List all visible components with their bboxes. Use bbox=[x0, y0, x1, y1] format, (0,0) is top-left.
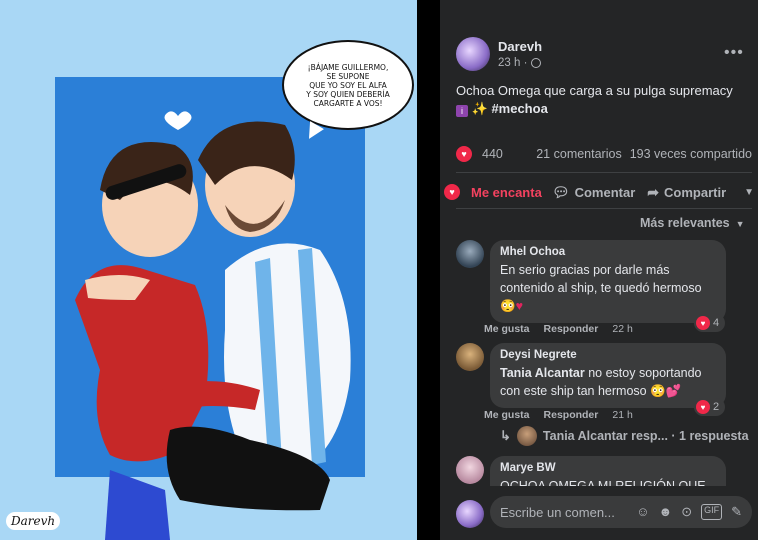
share-icon: ➦ bbox=[647, 183, 660, 200]
share-button[interactable]: ➦ Compartir bbox=[647, 184, 726, 201]
comment-sort-dropdown[interactable]: Más relevantes ▼ bbox=[640, 216, 745, 230]
avatar-sticker-icon[interactable]: ☺ bbox=[636, 504, 649, 520]
author-avatar[interactable] bbox=[456, 37, 490, 71]
commenter-avatar[interactable] bbox=[456, 343, 484, 371]
reaction-count[interactable]: 440 bbox=[482, 147, 503, 161]
comment-time[interactable]: 22 h bbox=[612, 323, 632, 335]
love-reaction-icon: ♥ bbox=[696, 400, 710, 414]
comment-button[interactable]: 💬︎ Comentar bbox=[552, 184, 635, 201]
replier-avatar bbox=[516, 426, 537, 446]
hashtag-link[interactable]: #mechoa bbox=[491, 101, 547, 116]
post-time[interactable]: 23 h · bbox=[498, 57, 527, 69]
chevron-down-icon: ▼ bbox=[733, 219, 745, 229]
artist-signature: Darevh bbox=[6, 512, 61, 530]
share-caret-icon[interactable]: ▼ bbox=[744, 187, 754, 198]
author-name[interactable]: Darevh bbox=[498, 39, 542, 54]
comment-reaction-badge[interactable]: ♥ 2 bbox=[694, 398, 726, 416]
view-replies-link[interactable]: ↳ Tania Alcantar resp... · 1 respuesta bbox=[500, 426, 749, 446]
current-user-avatar[interactable] bbox=[456, 500, 484, 528]
love-reaction-icon: ♥ bbox=[696, 316, 710, 330]
comment-like-button[interactable]: Me gusta bbox=[484, 323, 530, 335]
love-icon: ♥ bbox=[444, 184, 460, 200]
comment-input[interactable] bbox=[500, 504, 618, 520]
comment-reaction-count: 4 bbox=[713, 317, 720, 329]
comment-body: En serio gracias por darle más contenido… bbox=[500, 263, 702, 295]
comment-text: Tania Alcantar no estoy soportando con e… bbox=[500, 364, 716, 400]
comment-like-button[interactable]: Me gusta bbox=[484, 409, 530, 421]
sort-label: Más relevantes bbox=[640, 216, 730, 230]
comment-bubble: Mhel Ochoa En serio gracias por darle má… bbox=[490, 240, 726, 323]
more-options-icon[interactable]: ••• bbox=[724, 44, 744, 62]
red-heart-emoji-icon: ♥ bbox=[515, 299, 523, 313]
emoji-icon[interactable]: ☻ bbox=[659, 504, 673, 520]
comment-time[interactable]: 21 h bbox=[612, 409, 632, 421]
comment-actions: Me gusta Responder 21 h bbox=[484, 409, 633, 421]
info-emoji-icon: i bbox=[456, 105, 468, 117]
hearts-emoji-icon: 💕 bbox=[665, 384, 682, 398]
post-meta: 23 h · bbox=[498, 57, 542, 69]
post-photo[interactable]: ¡BÁJAME GUILLERMO, SE SUPONE QUE YO SOY … bbox=[0, 0, 440, 540]
comment-bubble: Deysi Negrete Tania Alcantar no estoy so… bbox=[490, 343, 726, 408]
love-button[interactable]: ♥ Me encanta bbox=[444, 184, 542, 200]
comment-text: En serio gracias por darle más contenido… bbox=[500, 261, 716, 315]
divider bbox=[456, 172, 752, 173]
speech-bubble-text: ¡BÁJAME GUILLERMO, SE SUPONE QUE YO SOY … bbox=[306, 62, 390, 108]
comments-count[interactable]: 21 comentarios bbox=[536, 147, 621, 161]
post-panel: Darevh 23 h · ••• Ochoa Omega que carga … bbox=[440, 0, 758, 540]
post-stats: ♥ 440 21 comentarios 193 veces compartid… bbox=[456, 146, 752, 162]
composer-icons: ☺ ☻ ⊙ GIF ✎ bbox=[636, 504, 742, 520]
comment-reaction-count: 2 bbox=[713, 401, 720, 413]
comment-actions: Me gusta Responder 22 h bbox=[484, 323, 633, 335]
commenter-avatar[interactable] bbox=[456, 456, 484, 484]
sparkles-emoji-icon: ✨ bbox=[471, 101, 488, 116]
sticker-icon[interactable]: ✎ bbox=[731, 504, 742, 520]
caption-text: Ochoa Omega que carga a su pulga suprema… bbox=[456, 83, 733, 98]
commenter-name[interactable]: Deysi Negrete bbox=[500, 349, 716, 361]
comment-label: Comentar bbox=[574, 184, 636, 200]
blushing-face-emoji-icon: 😳 bbox=[500, 299, 516, 313]
comment-reply-button[interactable]: Responder bbox=[544, 323, 599, 335]
comment-reply-button[interactable]: Responder bbox=[544, 409, 599, 421]
share-label: Compartir bbox=[664, 184, 727, 200]
reply-preview-text: Tania Alcantar resp... · 1 respuesta bbox=[542, 429, 749, 443]
comment-composer: ☺ ☻ ⊙ GIF ✎ bbox=[490, 496, 752, 528]
shares-count[interactable]: 193 veces compartido bbox=[630, 147, 752, 161]
commenter-avatar[interactable] bbox=[456, 240, 484, 268]
comment-icon: 💬︎ bbox=[551, 183, 570, 200]
commenter-name[interactable]: Mhel Ochoa bbox=[500, 246, 716, 258]
fan-art-image: ¡BÁJAME GUILLERMO, SE SUPONE QUE YO SOY … bbox=[0, 0, 417, 540]
love-label: Me encanta bbox=[471, 184, 542, 200]
reply-arrow-icon: ↳ bbox=[500, 428, 511, 443]
gif-icon[interactable]: GIF bbox=[701, 504, 723, 520]
commenter-name[interactable]: Marye BW bbox=[500, 462, 716, 474]
divider bbox=[456, 208, 752, 209]
post-caption: Ochoa Omega que carga a su pulga suprema… bbox=[456, 82, 752, 118]
speech-bubble: ¡BÁJAME GUILLERMO, SE SUPONE QUE YO SOY … bbox=[282, 40, 414, 130]
love-reaction-icon: ♥ bbox=[456, 146, 472, 162]
mention-link[interactable]: Tania Alcantar bbox=[500, 366, 585, 380]
blushing-face-emoji-icon: 😳 bbox=[650, 384, 666, 398]
post-actions-bar: ♥ Me encanta 💬︎ Comentar ➦ Compartir ▼ bbox=[440, 180, 758, 204]
camera-icon[interactable]: ⊙ bbox=[681, 504, 692, 520]
composer-separator bbox=[440, 486, 758, 496]
globe-icon bbox=[531, 58, 542, 68]
comment-reaction-badge[interactable]: ♥ 4 bbox=[694, 314, 726, 332]
